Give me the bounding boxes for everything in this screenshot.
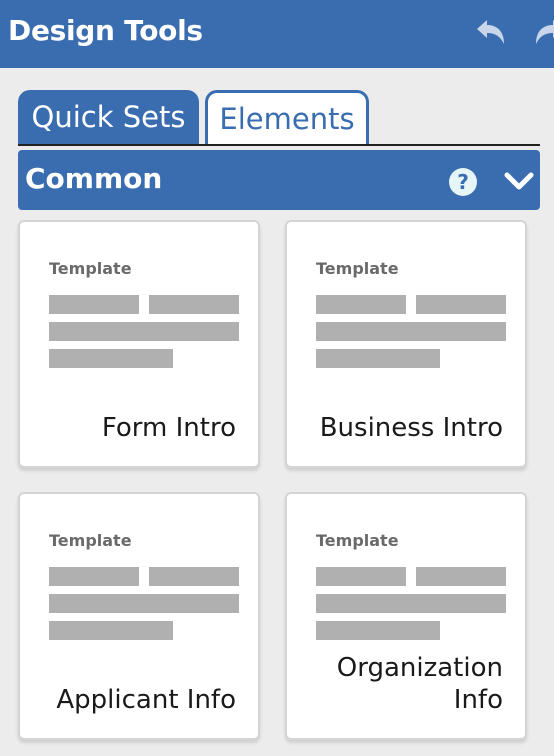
placeholder-bar: [316, 295, 406, 314]
panel-title: Design Tools: [8, 14, 203, 47]
tab-bar: Quick Sets Elements: [18, 90, 540, 146]
template-card-form-intro[interactable]: Template Form Intro: [18, 220, 260, 468]
undo-icon: [477, 20, 504, 44]
placeholder-bar: [49, 594, 239, 613]
placeholder-bar: [416, 567, 506, 586]
tab-divider: [18, 144, 540, 146]
help-icon[interactable]: ?: [449, 168, 477, 196]
placeholder-bar: [316, 567, 406, 586]
placeholder-bar: [149, 567, 239, 586]
collapse-toggle[interactable]: [502, 166, 536, 196]
tab-elements[interactable]: Elements: [205, 90, 369, 144]
placeholder-bar: [416, 295, 506, 314]
placeholder-bar: [49, 567, 139, 586]
placeholder-bar: [49, 621, 173, 640]
redo-button[interactable]: [532, 18, 554, 48]
template-card-business-intro[interactable]: Template Business Intro: [285, 220, 527, 468]
section-header-common[interactable]: Common ?: [18, 150, 540, 210]
card-title: Form Intro: [101, 413, 236, 443]
placeholder-bar: [49, 349, 173, 368]
placeholder-bar: [316, 594, 506, 613]
template-label: Template: [316, 531, 399, 550]
undo-button[interactable]: [474, 18, 508, 48]
template-label: Template: [316, 259, 399, 278]
placeholder-bar: [149, 295, 239, 314]
placeholder-bar: [49, 295, 139, 314]
card-title: Business Intro: [319, 413, 503, 443]
card-title: Applicant Info: [56, 685, 236, 715]
template-card-applicant-info[interactable]: Template Applicant Info: [18, 492, 260, 740]
placeholder-bar: [316, 621, 440, 640]
template-label: Template: [49, 259, 132, 278]
placeholder-bar: [316, 349, 440, 368]
app-header: Design Tools: [0, 0, 554, 68]
card-title: Organization Info: [336, 653, 503, 715]
template-label: Template: [49, 531, 132, 550]
tab-quick-sets[interactable]: Quick Sets: [18, 90, 199, 144]
template-card-organization-info[interactable]: Template Organization Info: [285, 492, 527, 740]
section-title: Common: [25, 162, 163, 195]
placeholder-bar: [49, 322, 239, 341]
redo-icon: [536, 20, 554, 44]
placeholder-bar: [316, 322, 506, 341]
chevron-down-icon: [504, 172, 534, 190]
